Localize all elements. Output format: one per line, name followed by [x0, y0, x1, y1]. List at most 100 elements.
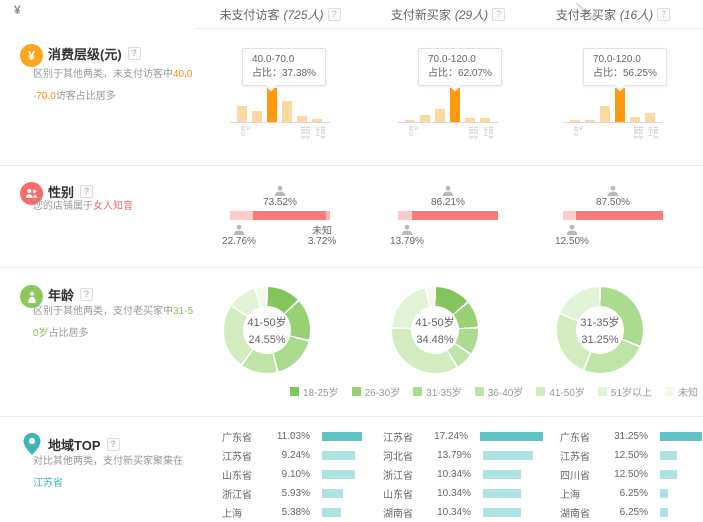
- legend-item: 未知: [665, 384, 698, 399]
- legend-item: 51岁以上: [598, 384, 652, 399]
- male-percent: 12.50%: [543, 236, 601, 247]
- region-list-unpaid: 广东省11.03%江苏省9.24%山东省9.10%浙江省5.93%上海5.38%: [222, 427, 382, 522]
- region-percent: 6.25%: [602, 507, 648, 518]
- region-name: 浙江省: [222, 486, 264, 501]
- region-row: 江苏省12.50%: [560, 446, 703, 465]
- region-percent: 10.34%: [425, 488, 471, 499]
- highlight-gender: 女人知音: [93, 201, 133, 212]
- region-bar: [322, 432, 362, 441]
- bar: [630, 117, 640, 122]
- column-label: 未支付访客: [219, 6, 279, 23]
- bar-highlighted: [450, 88, 460, 122]
- female-segment: [412, 211, 498, 220]
- axis-tick-label: 120.0-160.0: [467, 126, 477, 140]
- legend-label: 31-35岁: [426, 384, 462, 399]
- region-name: 江苏省: [222, 448, 264, 463]
- axis-tick-label: 160.0以上: [314, 126, 324, 139]
- region-row: 山东省10.34%: [383, 484, 543, 503]
- divider: [0, 416, 703, 417]
- region-bar: [483, 451, 533, 460]
- region-name: 上海: [222, 505, 264, 520]
- female-percent: 86.21%: [398, 197, 498, 208]
- section-title-text: 消费层级(元): [48, 44, 122, 63]
- region-row: 江苏省9.24%: [222, 446, 382, 465]
- region-percent: 10.34%: [425, 469, 471, 480]
- yen-glyph-partial: ¥: [14, 3, 21, 17]
- bar-highlighted: [615, 88, 625, 122]
- female-segment: [576, 211, 664, 220]
- help-icon[interactable]: ?: [492, 8, 505, 21]
- axis-tick-label: 0-40.0: [239, 126, 249, 136]
- bar: [297, 116, 307, 122]
- bar: [570, 120, 580, 122]
- legend-label: 26-30岁: [365, 384, 401, 399]
- help-icon[interactable]: ?: [328, 8, 341, 21]
- region-percent: 13.79%: [425, 450, 471, 461]
- legend-label: 未知: [678, 384, 698, 399]
- region-bar: [660, 489, 668, 498]
- region-name: 山东省: [383, 486, 425, 501]
- column-header-new-buyers: 支付新买家(29人) ?: [363, 5, 533, 23]
- region-percent: 31.25%: [602, 431, 648, 442]
- chart-tooltip: 70.0-120.0 占比：62.07%: [418, 48, 502, 86]
- help-icon[interactable]: ?: [80, 288, 93, 301]
- region-percent: 5.38%: [264, 507, 310, 518]
- region-name: 上海: [560, 486, 602, 501]
- region-row: 广东省31.25%: [560, 427, 703, 446]
- legend-item: 41-50岁: [536, 384, 585, 399]
- tooltip-range: 40.0-70.0: [252, 53, 316, 67]
- tooltip-range: 70.0-120.0: [428, 53, 492, 67]
- region-row: 河北省13.79%: [383, 446, 543, 465]
- divider: [195, 28, 703, 29]
- help-icon[interactable]: ?: [128, 47, 141, 60]
- column-header-repeat-buyers: 支付老买家(16人) ?: [528, 5, 698, 23]
- x-axis: [398, 122, 498, 123]
- column-label: 支付老买家: [556, 6, 616, 23]
- axis-tick-label: 120.0-160.0: [299, 126, 309, 140]
- region-bar: [660, 470, 677, 479]
- age-description: 区别于其他两类，支付老买家中31-50岁占比居多: [33, 301, 195, 345]
- region-percent: 6.25%: [602, 488, 648, 499]
- region-percent: 11.03%: [264, 431, 310, 442]
- legend-label: 41-50岁: [549, 384, 585, 399]
- region-percent: 5.93%: [264, 488, 310, 499]
- help-icon[interactable]: ?: [657, 8, 670, 21]
- bar: [480, 118, 490, 122]
- bar: [600, 106, 610, 122]
- male-segment: [398, 211, 412, 220]
- column-count: (16人): [620, 6, 653, 23]
- male-icon: [566, 223, 578, 235]
- x-axis: [563, 122, 663, 123]
- male-segment: [230, 211, 253, 220]
- consumption-chart-repeat-buyers: 0-40.0120.0-160.0160.0以上: [570, 88, 655, 122]
- bar: [405, 120, 415, 122]
- unknown-percent: 3.72%: [300, 236, 344, 247]
- gender-bar-repeat-buyers: [563, 211, 663, 220]
- region-bar: [483, 489, 521, 498]
- age-donut-repeat-buyers: 31-35岁 31.25%: [557, 287, 643, 373]
- region-percent: 12.50%: [602, 469, 648, 480]
- legend-item: 26-30岁: [352, 384, 401, 399]
- region-bar: [322, 489, 343, 498]
- donut-top-share: 31.25%: [581, 334, 618, 346]
- donut-center-label: 31-35岁 31.25%: [557, 287, 643, 373]
- column-header-unpaid-visitors: 未支付访客(725人) ?: [195, 5, 365, 23]
- region-bar: [660, 508, 668, 517]
- bar: [645, 113, 655, 122]
- region-description: 对比其他两类，支付新买家聚集在江苏省: [33, 451, 191, 495]
- region-percent: 10.34%: [425, 507, 471, 518]
- help-icon[interactable]: ?: [107, 438, 120, 451]
- male-percent: 22.76%: [210, 236, 268, 247]
- bar: [312, 119, 322, 122]
- axis-tick-label: 160.0以上: [482, 126, 492, 139]
- region-name: 广东省: [560, 429, 602, 444]
- bar: [237, 106, 247, 122]
- axis-tick-label: 0-40.0: [407, 126, 417, 136]
- column-label: 支付新买家: [391, 6, 451, 23]
- legend-swatch: [598, 387, 607, 396]
- legend-swatch: [475, 387, 484, 396]
- region-row: 上海6.25%: [560, 484, 703, 503]
- region-bar: [480, 432, 543, 441]
- divider: [0, 165, 703, 166]
- age-legend: 18-25岁26-30岁31-35岁36-40岁41-50岁51岁以上未知: [290, 384, 703, 399]
